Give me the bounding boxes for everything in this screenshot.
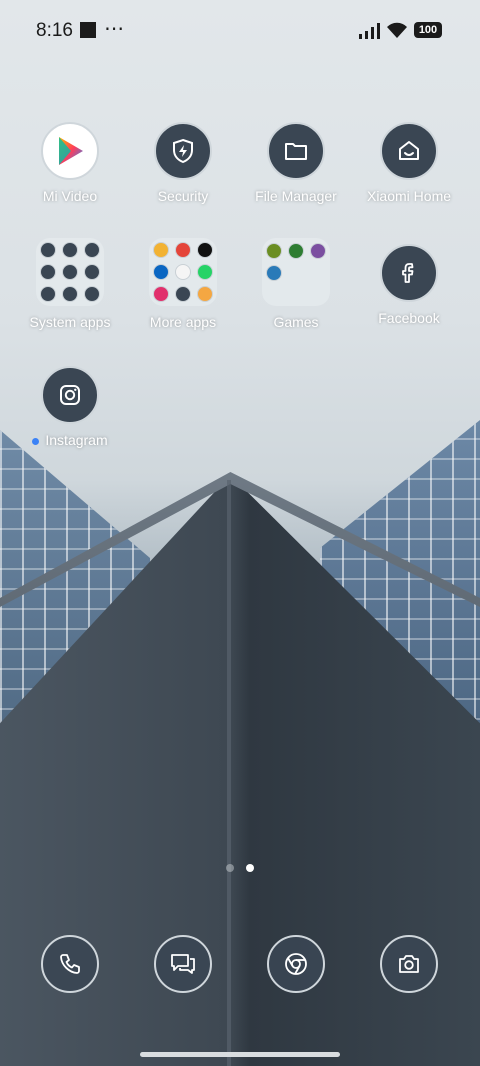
app-file-manager[interactable]: File Manager (246, 122, 346, 204)
app-xiaomi-home[interactable]: Xiaomi Home (359, 122, 459, 204)
mini-app-icon (84, 242, 100, 258)
mini-app-icon (197, 264, 213, 280)
wallpaper-tower-corner (227, 480, 231, 1066)
mini-app-icon (84, 264, 100, 280)
facebook-icon (380, 244, 438, 302)
app-label: Games (273, 314, 319, 330)
dock-chrome[interactable] (267, 935, 325, 993)
wifi-icon (387, 22, 407, 38)
app-mi-video[interactable]: Mi Video (20, 122, 120, 204)
chrome-icon (285, 953, 307, 975)
mini-app-icon (310, 243, 326, 259)
mini-app-icon (62, 264, 78, 280)
dock-camera[interactable] (380, 935, 438, 993)
mini-app-icon (288, 243, 304, 259)
app-label: System apps (29, 314, 111, 330)
new-install-dot (32, 437, 40, 445)
security-shield-icon (154, 122, 212, 180)
mini-app-icon (40, 286, 56, 302)
folder-preview (36, 238, 104, 306)
mini-app-icon (153, 264, 169, 280)
mini-app-icon (62, 286, 78, 302)
status-time: 8:16 (36, 20, 73, 41)
camera-icon (399, 955, 419, 973)
signal-icon (359, 23, 380, 39)
mini-app-icon (153, 242, 169, 258)
app-label: More apps (149, 314, 217, 330)
mi-video-icon (41, 122, 99, 180)
dock-phone[interactable] (41, 935, 99, 993)
messages-icon (171, 954, 195, 974)
home-gesture-bar[interactable] (140, 1052, 340, 1057)
app-label: Instagram (45, 432, 108, 448)
mini-app-icon (175, 242, 191, 258)
page-indicator-1[interactable] (226, 864, 234, 872)
page-indicator-2-active[interactable] (246, 864, 254, 872)
mini-app-icon (153, 286, 169, 302)
app-label-row: Instagram (20, 432, 120, 448)
mini-app-icon (266, 265, 282, 281)
app-label: Facebook (378, 310, 440, 326)
folder-preview (262, 238, 330, 306)
battery-icon: 100 (414, 22, 442, 38)
notification-square-icon (80, 22, 96, 38)
mini-app-icon (175, 286, 191, 302)
app-label: Security (157, 188, 209, 204)
app-label: Xiaomi Home (366, 188, 452, 204)
status-bar: 8:16 ⋯ 100 (0, 0, 480, 60)
app-label: Mi Video (42, 188, 98, 204)
instagram-icon (41, 366, 99, 424)
more-notifications-icon: ⋯ (104, 18, 125, 40)
mini-app-icon (84, 286, 100, 302)
mini-app-icon (197, 286, 213, 302)
mini-app-icon (40, 242, 56, 258)
xiaomi-home-icon (380, 122, 438, 180)
app-label: File Manager (255, 188, 337, 204)
phone-icon (60, 954, 80, 974)
folder-games[interactable]: Games (246, 238, 346, 330)
mini-app-icon (197, 242, 213, 258)
folder-system-apps[interactable]: System apps (20, 238, 120, 330)
folder-preview (149, 238, 217, 306)
mini-app-icon (62, 242, 78, 258)
mini-app-icon (175, 264, 191, 280)
mini-app-icon (266, 243, 282, 259)
app-instagram[interactable]: Instagram (20, 366, 120, 448)
mini-app-icon (40, 264, 56, 280)
app-facebook[interactable]: Facebook (359, 244, 459, 326)
dock-messages[interactable] (154, 935, 212, 993)
folder-more-apps[interactable]: More apps (133, 238, 233, 330)
app-security[interactable]: Security (133, 122, 233, 204)
folder-icon (267, 122, 325, 180)
